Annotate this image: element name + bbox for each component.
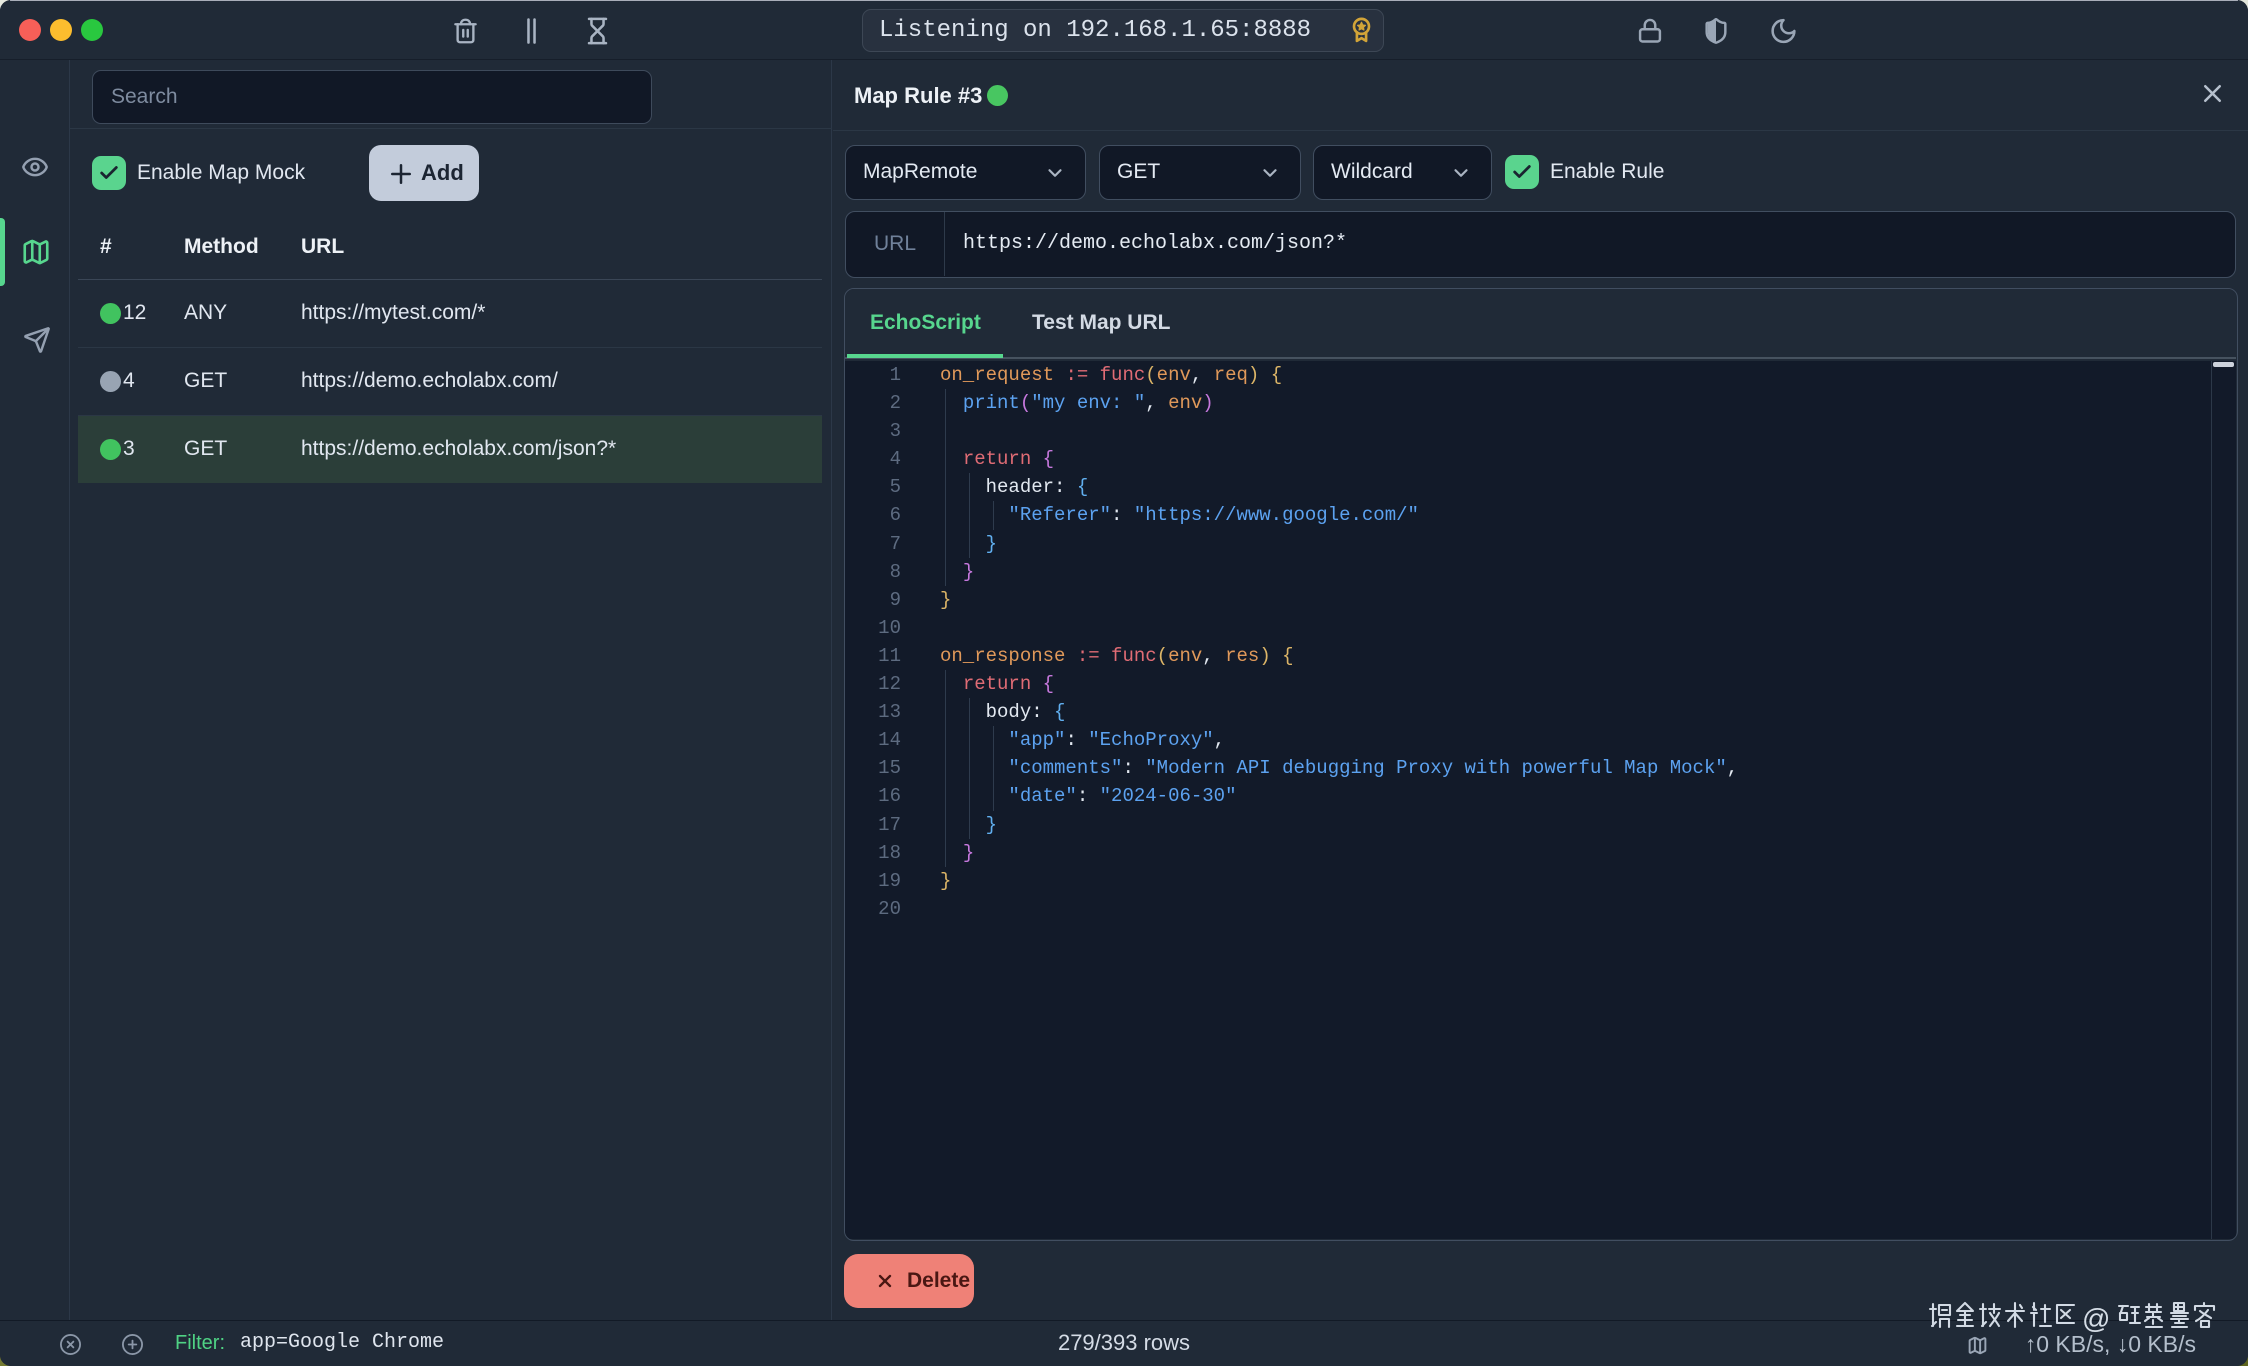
svg-text:@: @: [2082, 1303, 2110, 1334]
